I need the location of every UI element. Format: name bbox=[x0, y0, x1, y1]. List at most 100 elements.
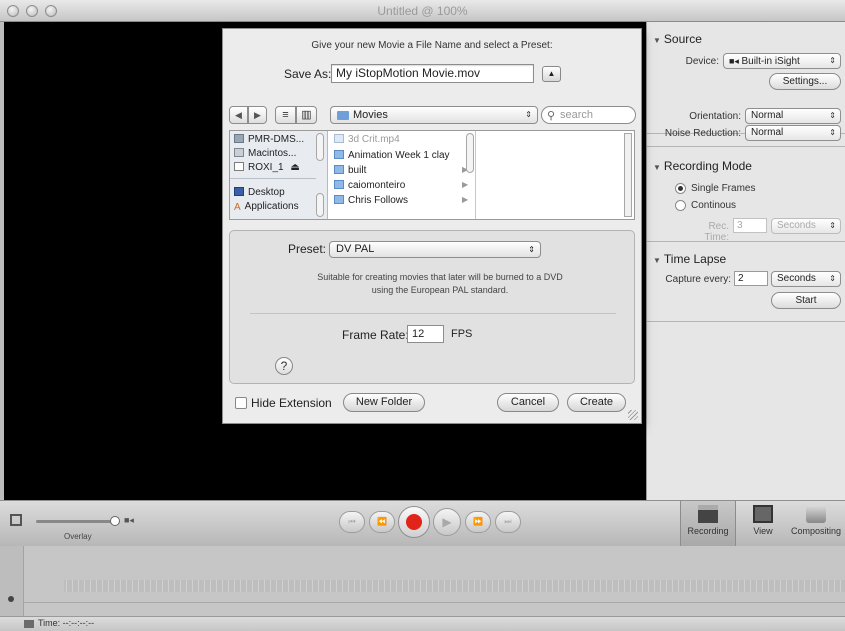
save-dialog: Give your new Movie a File Name and sele… bbox=[222, 28, 642, 424]
applications-icon: A bbox=[234, 202, 241, 213]
timeline[interactable] bbox=[0, 546, 845, 616]
onion-skin-icon bbox=[10, 514, 22, 526]
collapse-dialog-button[interactable]: ▲ bbox=[542, 66, 561, 82]
overlay-slider-track[interactable] bbox=[36, 520, 116, 523]
view-mode-tab[interactable]: View bbox=[740, 501, 786, 547]
time-lapse-header[interactable]: ▼ Time Lapse bbox=[653, 252, 726, 266]
sidebar-scrollbar-top[interactable] bbox=[316, 133, 324, 161]
chevron-updown-icon: ⇕ bbox=[829, 56, 836, 65]
view-icon bbox=[753, 505, 773, 523]
capture-every-field[interactable]: 2 bbox=[734, 271, 768, 286]
preset-label: Preset: bbox=[288, 242, 327, 256]
chevron-updown-icon: ⇕ bbox=[528, 245, 535, 254]
removable-disk-icon bbox=[234, 162, 244, 171]
save-as-field[interactable]: My iStopMotion Movie.mov bbox=[331, 64, 534, 83]
playhead-marker-icon[interactable] bbox=[8, 596, 14, 602]
eject-icon[interactable]: ⏏ bbox=[290, 162, 299, 173]
source-header[interactable]: ▼ Source bbox=[653, 32, 702, 46]
single-frames-label: Single Frames bbox=[691, 183, 756, 194]
sidebar-item-pmr-dms[interactable]: PMR-DMS... bbox=[234, 134, 304, 145]
file-column: 3d Crit.mp4 Animation Week 1 clay built▶… bbox=[330, 131, 476, 219]
help-button[interactable]: ? bbox=[275, 357, 293, 375]
start-button[interactable]: Start bbox=[771, 292, 841, 309]
status-bar: Time: --:--:--:-- bbox=[0, 616, 845, 631]
search-input[interactable]: ⚲ search bbox=[541, 106, 636, 124]
hide-extension-label[interactable]: Hide Extension bbox=[251, 396, 332, 410]
settings-button[interactable]: Settings... bbox=[769, 73, 841, 90]
forward-button[interactable]: ▶ bbox=[248, 106, 267, 124]
list-view-button[interactable]: ≡ bbox=[275, 106, 296, 124]
chevron-updown-icon: ⇕ bbox=[829, 221, 836, 230]
timeline-baseline bbox=[24, 602, 845, 603]
fps-label: FPS bbox=[451, 328, 473, 340]
browser-scrollbar[interactable] bbox=[624, 133, 632, 217]
recording-mode-header[interactable]: ▼ Recording Mode bbox=[653, 159, 752, 173]
create-button[interactable]: Create bbox=[567, 393, 626, 412]
hard-drive-icon bbox=[234, 148, 244, 157]
file-item[interactable]: 3d Crit.mp4 bbox=[334, 134, 400, 145]
back-button[interactable]: ◀ bbox=[229, 106, 248, 124]
compositing-mode-tab[interactable]: Compositing bbox=[788, 501, 844, 547]
recording-mode-section: ▼ Recording Mode Single Frames Continous … bbox=[647, 146, 845, 243]
preset-popup[interactable]: DV PAL ⇕ bbox=[329, 241, 541, 258]
chevron-right-icon: ▶ bbox=[462, 180, 469, 189]
step-forward-button[interactable]: ⏩ bbox=[465, 511, 491, 533]
capture-unit-popup[interactable]: Seconds ⇕ bbox=[771, 271, 841, 287]
movie-file-icon bbox=[334, 134, 344, 143]
chevron-updown-icon: ⇕ bbox=[829, 111, 836, 120]
go-to-start-button[interactable]: ⏮ bbox=[339, 511, 365, 533]
rec-time-unit-popup[interactable]: Seconds ⇕ bbox=[771, 218, 841, 234]
single-frames-radio[interactable] bbox=[675, 183, 686, 194]
browser-sidebar: PMR-DMS... Macintos... ROXI_1 ⏏ Desktop … bbox=[230, 131, 328, 219]
folder-icon bbox=[334, 180, 344, 189]
time-lapse-section: ▼ Time Lapse Capture every: 2 Seconds ⇕ St… bbox=[647, 242, 845, 322]
sidebar-scrollbar-bottom[interactable] bbox=[316, 193, 324, 217]
resize-grip-icon[interactable] bbox=[628, 410, 638, 420]
folder-icon bbox=[334, 150, 344, 159]
desktop-icon bbox=[234, 187, 244, 196]
folder-item[interactable]: Animation Week 1 clay bbox=[334, 150, 450, 161]
folder-item[interactable]: built▶ bbox=[334, 165, 468, 176]
orientation-popup[interactable]: Normal ⇕ bbox=[745, 108, 841, 124]
location-popup[interactable]: Movies ⇕ bbox=[330, 106, 538, 124]
hide-extension-checkbox[interactable] bbox=[235, 397, 247, 409]
search-icon: ⚲ bbox=[547, 110, 556, 122]
orientation-label: Orientation: bbox=[689, 111, 741, 122]
clapperboard-icon bbox=[698, 505, 718, 523]
go-to-end-button[interactable]: ⏭ bbox=[495, 511, 521, 533]
noise-reduction-label: Noise Reduction: bbox=[664, 128, 741, 139]
chevron-updown-icon: ⇕ bbox=[525, 110, 532, 119]
overlay-slider-knob[interactable] bbox=[110, 516, 120, 526]
preset-description-line1: Suitable for creating movies that later … bbox=[317, 272, 563, 282]
file-browser: PMR-DMS... Macintos... ROXI_1 ⏏ Desktop … bbox=[229, 130, 635, 220]
options-divider bbox=[250, 313, 616, 314]
disclosure-triangle-icon: ▼ bbox=[653, 256, 661, 265]
folder-item[interactable]: Chris Follows ▶ bbox=[334, 195, 468, 206]
column-view-button[interactable]: ▥ bbox=[296, 106, 317, 124]
recording-mode-tab[interactable]: Recording bbox=[680, 501, 736, 547]
network-disk-icon bbox=[234, 134, 244, 143]
sidebar-item-macintosh[interactable]: Macintos... bbox=[234, 148, 296, 159]
frame-rate-field[interactable]: 12 bbox=[407, 325, 444, 343]
noise-reduction-popup[interactable]: Normal ⇕ bbox=[745, 125, 841, 141]
device-popup[interactable]: ■◂ Built-in iSight ⇕ bbox=[723, 53, 841, 69]
sidebar-item-applications[interactable]: A Applications bbox=[234, 201, 299, 213]
new-folder-button[interactable]: New Folder bbox=[343, 393, 425, 412]
frame-strip[interactable] bbox=[64, 580, 845, 592]
rec-time-field[interactable]: 3 bbox=[733, 218, 767, 233]
camera-icon: ■◂ bbox=[729, 56, 742, 66]
rec-time-label: Rec. Time: bbox=[704, 221, 729, 243]
play-button[interactable]: ▶ bbox=[433, 508, 461, 536]
record-button[interactable] bbox=[398, 506, 430, 538]
folder-item[interactable]: caiomonteiro ▶ bbox=[334, 180, 468, 191]
timeline-gutter bbox=[0, 546, 24, 616]
device-label: Device: bbox=[685, 56, 719, 67]
disclosure-triangle-icon: ▼ bbox=[653, 163, 661, 172]
sidebar-item-desktop[interactable]: Desktop bbox=[234, 187, 285, 198]
preset-description-line2: using the European PAL standard. bbox=[371, 285, 509, 295]
continous-radio[interactable] bbox=[675, 200, 686, 211]
sidebar-item-roxi[interactable]: ROXI_1 ⏏ bbox=[234, 162, 300, 173]
file-column-scrollbar[interactable] bbox=[466, 133, 474, 173]
step-back-button[interactable]: ⏪ bbox=[369, 511, 395, 533]
cancel-button[interactable]: Cancel bbox=[497, 393, 559, 412]
